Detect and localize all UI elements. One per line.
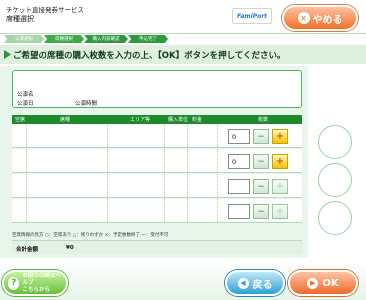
minus-button[interactable]: − bbox=[253, 179, 269, 194]
col-unit: 購入単位 bbox=[168, 117, 189, 123]
col-price: 料金 bbox=[192, 117, 203, 123]
back-button-label: 戻る bbox=[252, 279, 273, 291]
quit-button-label: やめる bbox=[312, 14, 343, 26]
venue-label: 公演名 bbox=[17, 92, 34, 98]
instruction-text: ご希望の席種の購入枚数を入力の上、【OK】ボタンを押してください。 bbox=[13, 51, 286, 61]
ok-button-label: OK bbox=[322, 277, 339, 289]
table-row: − + bbox=[12, 174, 302, 198]
table-header: 空席 席種 エリア等 購入単位 料金 枚数 bbox=[12, 115, 302, 124]
step-confirm: 購入内容確認 bbox=[84, 35, 128, 43]
screen-title: 席種選択 bbox=[6, 15, 34, 23]
minus-button[interactable]: − bbox=[253, 204, 269, 219]
scroll-down-button[interactable] bbox=[318, 201, 352, 235]
total-value: ¥0 bbox=[66, 245, 74, 251]
col-seat-type: 席種 bbox=[60, 117, 71, 123]
quantity-field[interactable]: 0 bbox=[228, 154, 250, 169]
famiport-logo: FamiPort bbox=[232, 8, 272, 24]
step-event-select: 公演選択 bbox=[4, 35, 44, 43]
quit-button[interactable]: ✕ やめる bbox=[282, 5, 358, 31]
step-complete: 申込完了 bbox=[128, 35, 168, 43]
arrow-right-icon: ▶ bbox=[307, 277, 319, 289]
quantity-field[interactable] bbox=[228, 179, 250, 194]
quantity-field[interactable] bbox=[228, 204, 250, 219]
table-row: 0 − + bbox=[12, 124, 302, 148]
question-icon: ? bbox=[8, 276, 20, 290]
total-amount: 合計金額 ¥0 bbox=[12, 240, 302, 254]
quantity-field[interactable]: 0 bbox=[228, 129, 250, 144]
step-seat-select: 席種選択 bbox=[44, 35, 84, 43]
plus-button[interactable]: + bbox=[272, 179, 288, 194]
date-label: 公演日 bbox=[17, 101, 34, 107]
close-icon: ✕ bbox=[297, 12, 310, 24]
plus-button[interactable]: + bbox=[272, 204, 288, 219]
col-quantity: 枚数 bbox=[258, 117, 269, 123]
scroll-middle-button[interactable] bbox=[318, 163, 352, 197]
progress-steps: 公演選択 席種選択 購入内容確認 申込完了 bbox=[0, 33, 366, 43]
availability-legend: 空席情報の見方 ○：空席あり △：残りわずか ×：予定枚数終了 ー：受付不可 bbox=[12, 233, 169, 238]
col-availability: 空席 bbox=[15, 117, 26, 123]
table-row: − + bbox=[12, 199, 302, 223]
back-button[interactable]: ◀ 戻る bbox=[225, 270, 285, 296]
arrow-left-icon: ◀ bbox=[237, 277, 249, 289]
col-area: エリア等 bbox=[130, 117, 151, 123]
plus-button[interactable]: + bbox=[272, 129, 288, 144]
minus-button[interactable]: − bbox=[253, 129, 269, 144]
instruction-band: ご希望の席種の購入枚数を入力の上、【OK】ボタンを押してください。 bbox=[0, 45, 366, 64]
total-label: 合計金額 bbox=[16, 247, 39, 253]
event-info: 公演名 公演日 公演時間 bbox=[12, 70, 302, 108]
time-label: 公演時間 bbox=[75, 101, 98, 107]
minus-button[interactable]: − bbox=[253, 154, 269, 169]
help-button[interactable]: ? お困りの時はヘルプ こちらから bbox=[2, 270, 68, 296]
table-row: 0 − + bbox=[12, 149, 302, 173]
help-label-2: こちらから bbox=[22, 286, 50, 293]
plus-button[interactable]: + bbox=[272, 154, 288, 169]
help-label-1: お困りの時はヘルプ bbox=[22, 272, 61, 286]
service-title: チケット直接発券サービス bbox=[6, 6, 84, 14]
ok-button[interactable]: ▶ OK bbox=[288, 270, 358, 296]
triangle-icon bbox=[4, 50, 11, 59]
scroll-up-button[interactable] bbox=[318, 125, 352, 159]
